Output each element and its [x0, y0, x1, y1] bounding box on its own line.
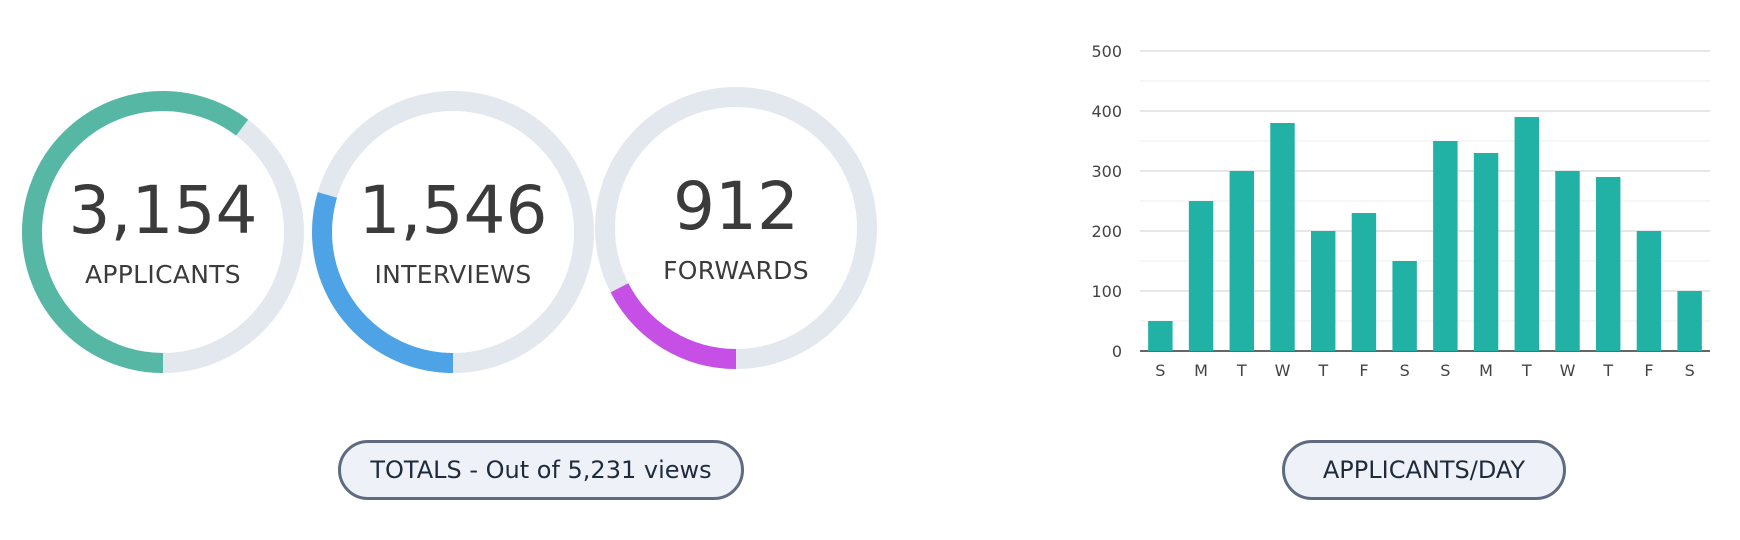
x-tick-label: M	[1194, 361, 1208, 380]
x-tick-label: T	[1602, 361, 1613, 380]
interviews-value: 1,546	[358, 172, 548, 249]
interviews-label: INTERVIEWS	[374, 260, 532, 289]
x-tick-label: T	[1317, 361, 1328, 380]
forwards-donut: 912 FORWARDS	[594, 86, 878, 370]
totals-pill[interactable]: TOTALS - Out of 5,231 views	[338, 440, 744, 500]
x-tick-label: S	[1155, 361, 1165, 380]
y-tick-label: 500	[1091, 42, 1122, 61]
applicants-day-pill[interactable]: APPLICANTS/DAY	[1282, 440, 1566, 500]
y-tick-label: 0	[1112, 342, 1122, 361]
bar	[1188, 201, 1214, 351]
bar	[1311, 231, 1336, 351]
applicants-label: APPLICANTS	[85, 260, 241, 289]
applicants-donut: 3,154 APPLICANTS	[21, 90, 305, 374]
y-tick-label: 100	[1091, 282, 1122, 301]
forwards-label: FORWARDS	[663, 256, 809, 285]
x-tick-label: T	[1236, 361, 1247, 380]
x-tick-label: F	[1644, 361, 1653, 380]
bar	[1148, 321, 1173, 351]
bar	[1351, 213, 1377, 351]
interviews-donut: 1,546 INTERVIEWS	[311, 90, 595, 374]
x-tick-label: S	[1400, 361, 1410, 380]
bar	[1677, 291, 1702, 351]
y-tick-label: 300	[1091, 162, 1122, 181]
totals-pill-label: TOTALS - Out of 5,231 views	[370, 456, 712, 484]
x-tick-label: S	[1440, 361, 1450, 380]
x-tick-label: T	[1521, 361, 1532, 380]
bar	[1270, 123, 1295, 351]
x-tick-label: W	[1275, 361, 1291, 380]
x-tick-label: S	[1685, 361, 1695, 380]
bar	[1229, 171, 1254, 351]
bar	[1596, 177, 1621, 351]
bar	[1433, 141, 1458, 351]
x-tick-label: M	[1479, 361, 1493, 380]
x-tick-label: W	[1560, 361, 1576, 380]
y-tick-label: 400	[1091, 102, 1122, 121]
forwards-value: 912	[673, 168, 799, 245]
bar	[1392, 261, 1417, 351]
applicants-day-pill-label: APPLICANTS/DAY	[1322, 456, 1526, 484]
bar	[1473, 153, 1499, 351]
applicants-per-day-chart: 0 100 200 300 400 500 S M T W T F S S M T W T F S	[1091, 42, 1710, 380]
bar	[1636, 231, 1662, 351]
bar	[1555, 171, 1580, 351]
y-gridlines	[1140, 50, 1710, 352]
x-tick-label: F	[1359, 361, 1368, 380]
bar	[1514, 117, 1539, 351]
applicants-value: 3,154	[68, 172, 258, 249]
y-tick-label: 200	[1091, 222, 1122, 241]
